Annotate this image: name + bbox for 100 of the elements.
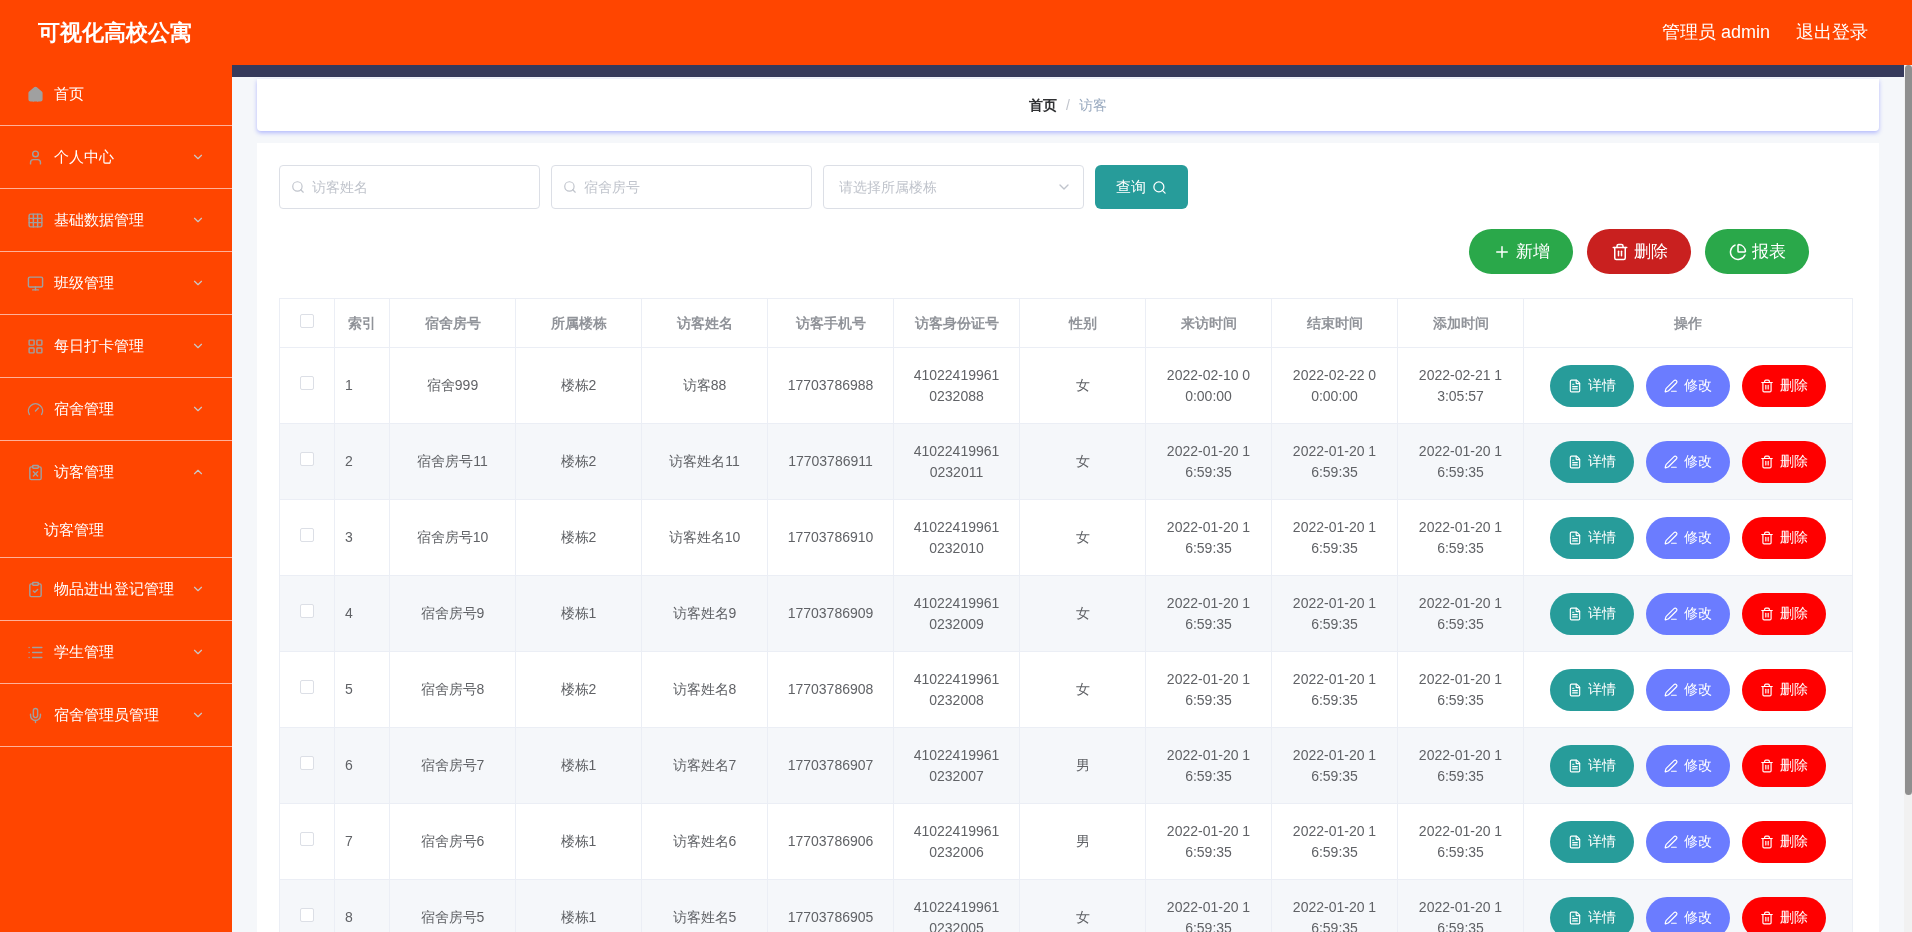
table-cell-text: 女 [1074, 604, 1091, 623]
table-cell: 7 [345, 833, 353, 849]
report-button[interactable]: 报表 [1705, 229, 1809, 274]
table-cell-text: 17703786909 [786, 604, 875, 623]
trash-icon [1760, 606, 1774, 621]
checkbox[interactable] [300, 528, 314, 542]
delete-button[interactable]: 删除 [1742, 896, 1826, 932]
detail-button[interactable]: 详情 [1550, 364, 1634, 407]
pen-icon [1664, 758, 1678, 773]
delete-button[interactable]: 删除 [1742, 440, 1826, 483]
detail-button[interactable]: 详情 [1550, 592, 1634, 635]
logout-link[interactable]: 退出登录 [1796, 19, 1868, 46]
monitor-icon [27, 274, 44, 292]
breadcrumb-separator: / [1066, 95, 1070, 115]
sidebar-item[interactable]: 每日打卡管理 [0, 315, 232, 377]
detail-button[interactable]: 详情 [1550, 744, 1634, 787]
checkbox[interactable] [300, 832, 314, 846]
detail-button[interactable]: 详情 [1550, 820, 1634, 863]
delete-button[interactable]: 删除 [1742, 592, 1826, 635]
query-button[interactable]: 查询 [1095, 165, 1188, 209]
edit-button[interactable]: 修改 [1646, 440, 1730, 483]
checkbox[interactable] [300, 908, 314, 922]
edit-button[interactable]: 修改 [1646, 592, 1730, 635]
detail-button[interactable]: 详情 [1550, 440, 1634, 483]
app-title: 可视化高校公寓 [38, 19, 193, 47]
sidebar-item[interactable]: 物品进出登记管理 [0, 558, 232, 620]
delete-button[interactable]: 删除 [1742, 364, 1826, 407]
building-select[interactable]: 请选择所属楼栋 [823, 165, 1084, 209]
table-cell-text: 楼栋1 [559, 604, 598, 623]
trash-icon [1610, 242, 1629, 261]
search-field[interactable]: 宿舍房号 [551, 165, 812, 209]
sidebar-item[interactable]: 访客管理 [0, 441, 232, 503]
column-header: 访客身份证号 [893, 298, 1020, 348]
pen-icon [1664, 606, 1678, 621]
edit-button[interactable]: 修改 [1646, 668, 1730, 711]
table-cell-text: 410224199610232007 [912, 745, 1001, 786]
breadcrumb-item[interactable]: 首页 [1029, 94, 1058, 116]
detail-button[interactable]: 详情 [1550, 516, 1634, 559]
table-cell-text: 宿舍房号10 [415, 528, 490, 547]
add-button[interactable]: 新增 [1469, 229, 1573, 274]
document-icon [1568, 454, 1582, 469]
table-cell-text: 楼栋2 [559, 376, 598, 395]
edit-button[interactable]: 修改 [1646, 364, 1730, 407]
checkbox[interactable] [300, 604, 314, 618]
edit-button[interactable]: 修改 [1646, 896, 1730, 932]
table-cell-text: 宿舍房号9 [419, 604, 486, 623]
sidebar-item[interactable]: 班级管理 [0, 252, 232, 314]
table-cell-text: 楼栋1 [559, 756, 598, 775]
sidebar-item[interactable]: 学生管理 [0, 621, 232, 683]
checkbox[interactable] [300, 452, 314, 466]
scrollbar[interactable] [1904, 65, 1912, 932]
edit-button[interactable]: 修改 [1646, 820, 1730, 863]
edit-button[interactable]: 修改 [1646, 516, 1730, 559]
sidebar-item[interactable]: 宿舍管理 [0, 378, 232, 440]
checkbox[interactable] [300, 376, 314, 390]
table-cell-text: 男 [1074, 756, 1091, 775]
table-cell-text: 2022-01-20 16:59:35 [1165, 745, 1252, 786]
table-cell-text: 访客姓名6 [671, 832, 738, 851]
delete-button[interactable]: 删除 [1742, 668, 1826, 711]
table-cell-text: 访客姓名11 [668, 452, 741, 471]
chart-icon [1728, 242, 1747, 261]
pen-icon [1664, 834, 1678, 849]
pen-icon [1664, 682, 1678, 697]
sidebar-item[interactable]: 宿舍管理员管理 [0, 684, 232, 746]
table-cell: 2 [345, 453, 353, 469]
microphone-icon [27, 706, 44, 724]
table-cell-text: 2022-01-20 16:59:35 [1165, 593, 1252, 634]
trash-icon [1760, 378, 1774, 393]
sidebar-item[interactable]: 首页 [0, 63, 232, 125]
sidebar-item[interactable]: 基础数据管理 [0, 189, 232, 251]
table-cell-text: 2022-01-20 16:59:35 [1165, 517, 1252, 558]
table-cell-text: 楼栋1 [559, 832, 598, 851]
sidebar-item[interactable]: 个人中心 [0, 126, 232, 188]
table-cell-text: 17703786910 [786, 528, 875, 547]
document-icon [1568, 834, 1582, 849]
search-field[interactable]: 访客姓名 [279, 165, 540, 209]
pen-icon [1664, 530, 1678, 545]
detail-button[interactable]: 详情 [1550, 896, 1634, 932]
table-cell-text: 17703786988 [786, 376, 875, 395]
clipboard-icon [27, 463, 44, 481]
pen-icon [1664, 378, 1678, 393]
checkbox[interactable] [300, 313, 314, 328]
table-cell-text: 访客姓名10 [667, 528, 742, 547]
sidebar-subitem[interactable]: 访客管理 [0, 503, 232, 557]
detail-button[interactable]: 详情 [1550, 668, 1634, 711]
checkbox[interactable] [300, 680, 314, 694]
document-icon [1568, 378, 1582, 393]
table-cell-text: 410224199610232009 [912, 593, 1001, 634]
trash-icon [1760, 910, 1774, 925]
table-cell-text: 17703786908 [786, 680, 875, 699]
delete-button[interactable]: 删除 [1742, 516, 1826, 559]
column-header: 宿舍房号 [389, 298, 516, 348]
checkbox[interactable] [300, 756, 314, 770]
delete-button[interactable]: 删除 [1587, 229, 1691, 274]
table-cell-text: 410224199610232011 [912, 441, 1001, 482]
delete-button[interactable]: 删除 [1742, 744, 1826, 787]
table-cell-text: 2022-01-20 16:59:35 [1417, 821, 1504, 862]
table-cell: 5 [345, 681, 353, 697]
edit-button[interactable]: 修改 [1646, 744, 1730, 787]
delete-button[interactable]: 删除 [1742, 820, 1826, 863]
